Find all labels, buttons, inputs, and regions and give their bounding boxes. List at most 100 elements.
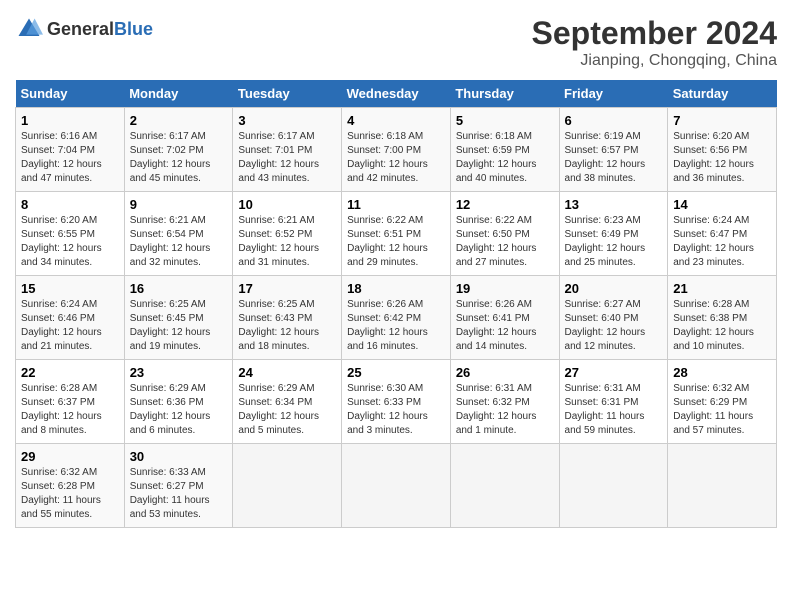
day-number: 1 [21,113,119,128]
day-number: 15 [21,281,119,296]
day-number: 25 [347,365,445,380]
day-number: 14 [673,197,771,212]
day-number: 27 [565,365,663,380]
calendar-cell: 15 Sunrise: 6:24 AMSunset: 6:46 PMDayligh… [16,276,125,360]
day-number: 10 [238,197,336,212]
day-info: Sunrise: 6:28 AMSunset: 6:38 PMDaylight:… [673,298,771,354]
calendar-cell: 4Sunrise: 6:18 AMSunset: 7:00 PMDaylight… [342,108,451,192]
day-info: Sunrise: 6:32 AMSunset: 6:28 PMDaylight:… [21,466,119,522]
calendar-header-row: Sunday Monday Tuesday Wednesday Thursday… [16,80,777,108]
day-info: Sunrise: 6:22 AMSunset: 6:50 PMDaylight:… [456,214,554,270]
day-number: 12 [456,197,554,212]
calendar-week-row: 15 Sunrise: 6:24 AMSunset: 6:46 PMDayligh… [16,276,777,360]
calendar-cell: 21 Sunrise: 6:28 AMSunset: 6:38 PMDayligh… [668,276,777,360]
calendar-table: Sunday Monday Tuesday Wednesday Thursday… [15,80,777,528]
col-sunday: Sunday [16,80,125,108]
day-info: Sunrise: 6:21 AMSunset: 6:54 PMDaylight:… [130,214,228,270]
calendar-cell: 29 Sunrise: 6:32 AMSunset: 6:28 PMDayligh… [16,444,125,528]
day-number: 24 [238,365,336,380]
calendar-cell [450,444,559,528]
calendar-cell [559,444,668,528]
day-info: Sunrise: 6:31 AMSunset: 6:31 PMDaylight:… [565,382,663,438]
day-info: Sunrise: 6:22 AMSunset: 6:51 PMDaylight:… [347,214,445,270]
day-number: 7 [673,113,771,128]
day-info: Sunrise: 6:32 AMSunset: 6:29 PMDaylight:… [673,382,771,438]
calendar-cell: 19 Sunrise: 6:26 AMSunset: 6:41 PMDayligh… [450,276,559,360]
day-number: 6 [565,113,663,128]
day-number: 4 [347,113,445,128]
day-info: Sunrise: 6:20 AMSunset: 6:56 PMDaylight:… [673,130,771,186]
day-number: 8 [21,197,119,212]
calendar-cell: 2Sunrise: 6:17 AMSunset: 7:02 PMDaylight… [124,108,233,192]
day-number: 13 [565,197,663,212]
day-info: Sunrise: 6:30 AMSunset: 6:33 PMDaylight:… [347,382,445,438]
day-info: Sunrise: 6:17 AMSunset: 7:01 PMDaylight:… [238,130,336,186]
calendar-cell: 8Sunrise: 6:20 AMSunset: 6:55 PMDaylight… [16,192,125,276]
calendar-cell: 23 Sunrise: 6:29 AMSunset: 6:36 PMDayligh… [124,360,233,444]
calendar-cell: 7 Sunrise: 6:20 AMSunset: 6:56 PMDaylight… [668,108,777,192]
day-info: Sunrise: 6:21 AMSunset: 6:52 PMDaylight:… [238,214,336,270]
calendar-cell: 1Sunrise: 6:16 AMSunset: 7:04 PMDaylight… [16,108,125,192]
day-number: 3 [238,113,336,128]
day-info: Sunrise: 6:24 AMSunset: 6:46 PMDaylight:… [21,298,119,354]
location-title: Jianping, Chongqing, China [532,52,777,70]
calendar-cell: 25 Sunrise: 6:30 AMSunset: 6:33 PMDayligh… [342,360,451,444]
calendar-cell: 13 Sunrise: 6:23 AMSunset: 6:49 PMDayligh… [559,192,668,276]
day-info: Sunrise: 6:25 AMSunset: 6:45 PMDaylight:… [130,298,228,354]
day-info: Sunrise: 6:31 AMSunset: 6:32 PMDaylight:… [456,382,554,438]
calendar-cell: 20 Sunrise: 6:27 AMSunset: 6:40 PMDayligh… [559,276,668,360]
col-saturday: Saturday [668,80,777,108]
logo-icon [15,15,43,43]
calendar-week-row: 22 Sunrise: 6:28 AMSunset: 6:37 PMDayligh… [16,360,777,444]
day-info: Sunrise: 6:33 AMSunset: 6:27 PMDaylight:… [130,466,228,522]
day-info: Sunrise: 6:29 AMSunset: 6:36 PMDaylight:… [130,382,228,438]
calendar-cell: 9 Sunrise: 6:21 AMSunset: 6:54 PMDaylight… [124,192,233,276]
day-number: 23 [130,365,228,380]
day-number: 26 [456,365,554,380]
day-number: 30 [130,449,228,464]
day-number: 9 [130,197,228,212]
calendar-cell: 10 Sunrise: 6:21 AMSunset: 6:52 PMDayligh… [233,192,342,276]
day-info: Sunrise: 6:28 AMSunset: 6:37 PMDaylight:… [21,382,119,438]
day-number: 29 [21,449,119,464]
day-number: 11 [347,197,445,212]
col-monday: Monday [124,80,233,108]
calendar-cell: 24 Sunrise: 6:29 AMSunset: 6:34 PMDayligh… [233,360,342,444]
header: GeneralBlue September 2024 Jianping, Cho… [15,15,777,70]
col-friday: Friday [559,80,668,108]
calendar-cell: 11 Sunrise: 6:22 AMSunset: 6:51 PMDayligh… [342,192,451,276]
day-info: Sunrise: 6:27 AMSunset: 6:40 PMDaylight:… [565,298,663,354]
day-info: Sunrise: 6:26 AMSunset: 6:42 PMDaylight:… [347,298,445,354]
logo: GeneralBlue [15,15,153,43]
day-info: Sunrise: 6:25 AMSunset: 6:43 PMDaylight:… [238,298,336,354]
calendar-cell: 5Sunrise: 6:18 AMSunset: 6:59 PMDaylight… [450,108,559,192]
calendar-week-row: 29 Sunrise: 6:32 AMSunset: 6:28 PMDayligh… [16,444,777,528]
title-block: September 2024 Jianping, Chongqing, Chin… [532,15,777,70]
day-info: Sunrise: 6:18 AMSunset: 6:59 PMDaylight:… [456,130,554,186]
calendar-cell: 27 Sunrise: 6:31 AMSunset: 6:31 PMDayligh… [559,360,668,444]
month-title: September 2024 [532,15,777,52]
day-number: 22 [21,365,119,380]
day-info: Sunrise: 6:29 AMSunset: 6:34 PMDaylight:… [238,382,336,438]
calendar-cell: 22 Sunrise: 6:28 AMSunset: 6:37 PMDayligh… [16,360,125,444]
day-number: 17 [238,281,336,296]
calendar-cell: 12 Sunrise: 6:22 AMSunset: 6:50 PMDayligh… [450,192,559,276]
day-number: 19 [456,281,554,296]
day-info: Sunrise: 6:26 AMSunset: 6:41 PMDaylight:… [456,298,554,354]
logo-text-blue: Blue [114,19,153,39]
col-tuesday: Tuesday [233,80,342,108]
calendar-cell: 6Sunrise: 6:19 AMSunset: 6:57 PMDaylight… [559,108,668,192]
day-number: 2 [130,113,228,128]
calendar-cell: 18Sunrise: 6:26 AMSunset: 6:42 PMDayligh… [342,276,451,360]
calendar-cell [342,444,451,528]
day-number: 21 [673,281,771,296]
calendar-cell: 30 Sunrise: 6:33 AMSunset: 6:27 PMDayligh… [124,444,233,528]
day-number: 20 [565,281,663,296]
day-info: Sunrise: 6:24 AMSunset: 6:47 PMDaylight:… [673,214,771,270]
calendar-cell: 17 Sunrise: 6:25 AMSunset: 6:43 PMDayligh… [233,276,342,360]
calendar-cell [668,444,777,528]
day-info: Sunrise: 6:23 AMSunset: 6:49 PMDaylight:… [565,214,663,270]
calendar-week-row: 8Sunrise: 6:20 AMSunset: 6:55 PMDaylight… [16,192,777,276]
calendar-cell: 16Sunrise: 6:25 AMSunset: 6:45 PMDayligh… [124,276,233,360]
calendar-cell: 14 Sunrise: 6:24 AMSunset: 6:47 PMDayligh… [668,192,777,276]
